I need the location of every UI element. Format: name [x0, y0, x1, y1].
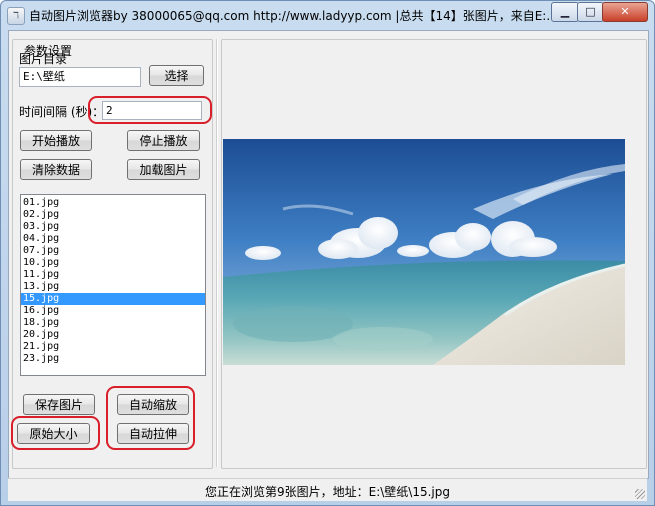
load-images-button[interactable]: 加载图片 [127, 159, 200, 180]
interval-label: 时间间隔 (秒)： [19, 105, 105, 119]
beach-photo [223, 139, 625, 365]
status-text: 您正在浏览第9张图片，地址：E:\壁纸\15.jpg [205, 485, 450, 499]
status-bar: 您正在浏览第9张图片，地址：E:\壁纸\15.jpg [8, 478, 647, 501]
choose-directory-button[interactable]: 选择 [149, 65, 204, 86]
app-icon[interactable]: ℸ [7, 7, 25, 25]
interval-input[interactable]: 2 [102, 101, 202, 120]
list-item[interactable]: 11.jpg [21, 269, 205, 281]
original-size-button[interactable]: 原始大小 [17, 423, 90, 444]
list-item[interactable]: 18.jpg [21, 317, 205, 329]
list-item[interactable]: 23.jpg [21, 353, 205, 365]
start-playback-button[interactable]: 开始播放 [20, 130, 92, 151]
list-item[interactable]: 04.jpg [21, 233, 205, 245]
list-item[interactable]: 01.jpg [21, 197, 205, 209]
title-bar[interactable]: ℸ 自动图片浏览器by 38000065@qq.com http://www.l… [1, 1, 654, 29]
file-list[interactable]: 01.jpg 02.jpg 03.jpg 04.jpg 07.jpg 10.jpg 11.j… [20, 194, 206, 376]
list-item[interactable]: 07.jpg [21, 245, 205, 257]
client-area: 参数设置 图片目录 E:\壁纸 选择 时间间隔 (秒)： 2 开始播放 停止播放… [8, 30, 649, 479]
app-window: ℸ 自动图片浏览器by 38000065@qq.com http://www.l… [0, 0, 655, 506]
directory-input[interactable]: E:\壁纸 [19, 67, 141, 87]
list-item[interactable]: 02.jpg [21, 209, 205, 221]
list-item[interactable]: 21.jpg [21, 341, 205, 353]
stop-playback-button[interactable]: 停止播放 [127, 130, 200, 151]
list-item[interactable]: 16.jpg [21, 305, 205, 317]
save-image-button[interactable]: 保存图片 [23, 394, 95, 415]
list-item[interactable]: 10.jpg [21, 257, 205, 269]
close-button[interactable]: ✕ [602, 2, 648, 22]
list-item[interactable]: 15.jpg [21, 293, 205, 305]
window-title: 自动图片浏览器by 38000065@qq.com http://www.lad… [29, 9, 551, 23]
directory-label: 图片目录 [19, 52, 68, 66]
auto-zoom-button[interactable]: 自动缩放 [117, 394, 189, 415]
list-item[interactable]: 03.jpg [21, 221, 205, 233]
clear-data-button[interactable]: 清除数据 [20, 159, 92, 180]
resize-grip-icon[interactable] [635, 489, 645, 499]
panel-divider [216, 39, 218, 467]
minimize-button[interactable]: ▁ [551, 2, 579, 22]
list-item[interactable]: 13.jpg [21, 281, 205, 293]
maximize-button[interactable]: □ [577, 2, 604, 22]
auto-stretch-button[interactable]: 自动拉伸 [117, 423, 189, 444]
list-item[interactable]: 20.jpg [21, 329, 205, 341]
